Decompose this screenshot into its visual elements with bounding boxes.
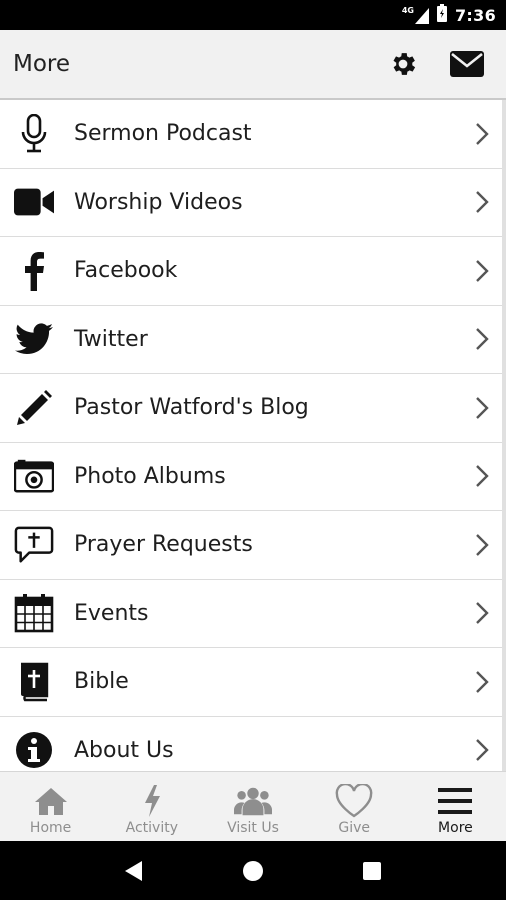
chevron-right-icon [470,668,494,696]
page-title: More [13,51,71,77]
menu-item-worship-videos[interactable]: Worship Videos [0,169,502,237]
home-icon [32,782,70,820]
tab-label: Activity [125,820,178,836]
heart-icon [335,782,373,820]
chevron-right-icon [470,325,494,353]
signal-icon: 4G [402,6,429,24]
menu-item-sermon-podcast[interactable]: Sermon Podcast [0,100,502,169]
chevron-right-icon [470,120,494,148]
recents-button[interactable] [352,851,392,891]
calendar-icon [14,593,54,633]
home-nav-button[interactable] [233,851,273,891]
chevron-right-icon [470,736,494,764]
twitter-icon [14,319,54,359]
video-camera-icon [14,182,54,222]
menu-item-pastor-blog[interactable]: Pastor Watford's Blog [0,374,502,443]
pencil-icon [14,388,54,428]
bottom-tab-bar: Home Activity Visit Us Give More [0,771,506,841]
tab-label: Visit Us [227,820,279,836]
app-bar-actions [384,30,486,98]
home-circle-icon [242,860,263,881]
gear-icon [393,53,416,75]
tab-activity[interactable]: Activity [101,772,202,841]
info-icon [14,730,54,770]
tab-label: Home [29,820,72,836]
microphone-icon [14,113,54,154]
back-triangle-icon [125,860,143,881]
tab-more[interactable]: More [405,772,506,841]
menu-item-prayer-requests[interactable]: Prayer Requests [0,511,502,580]
status-bar: 4G 7:36 [0,0,506,30]
speech-cross-icon [14,525,54,565]
tab-give[interactable]: Give [304,772,405,841]
network-type: 4G [401,6,414,15]
menu-item-label: Prayer Requests [74,532,253,558]
facebook-icon [14,251,54,291]
camera-icon [14,456,54,496]
chevron-right-icon [470,394,494,422]
menu-item-facebook[interactable]: Facebook [0,237,502,306]
chevron-right-icon [470,462,494,490]
app-bar: More [0,30,506,100]
status-icons: 4G 7:36 [402,0,496,30]
menu-item-bible[interactable]: Bible [0,648,502,717]
back-button[interactable] [114,851,154,891]
settings-button[interactable] [384,45,422,83]
chevron-right-icon [470,531,494,559]
tab-label: More [438,820,473,836]
recents-square-icon [362,861,381,880]
lightning-icon [133,782,171,820]
menu-item-label: Facebook [74,258,178,284]
mail-icon [450,51,484,77]
chevron-right-icon [470,257,494,285]
menu-item-label: Twitter [74,326,148,352]
menu-item-label: Photo Albums [74,463,226,489]
menu-item-about-us[interactable]: About Us [0,717,502,772]
menu-item-label: Events [74,600,149,626]
hamburger-icon [436,782,474,820]
menu-item-label: Sermon Podcast [74,121,252,147]
menu-item-photo-albums[interactable]: Photo Albums [0,443,502,511]
menu-item-twitter[interactable]: Twitter [0,306,502,374]
system-nav-bar [0,841,506,900]
menu-item-label: Worship Videos [74,189,243,215]
status-time: 7:36 [455,5,496,25]
more-menu-list: Sermon Podcast Worship Videos Facebook T… [0,100,502,771]
battery-icon [437,4,447,26]
chevron-right-icon [470,188,494,216]
tab-visit-us[interactable]: Visit Us [202,772,303,841]
group-icon [234,782,272,820]
scrollbar[interactable] [502,100,506,771]
menu-item-label: Bible [74,669,129,695]
mail-button[interactable] [448,45,486,83]
tab-home[interactable]: Home [0,772,101,841]
bible-icon [14,662,54,702]
tab-label: Give [338,820,371,836]
menu-item-label: Pastor Watford's Blog [74,395,309,421]
chevron-right-icon [470,599,494,627]
menu-item-events[interactable]: Events [0,580,502,648]
menu-item-label: About Us [74,737,174,763]
